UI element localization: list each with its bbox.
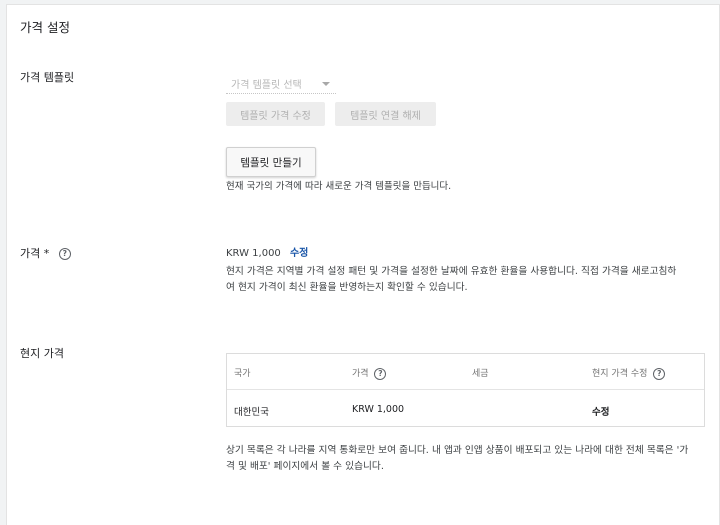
create-template-button[interactable]: 템플릿 만들기 bbox=[226, 147, 316, 177]
column-header-price: 가격 ? bbox=[352, 366, 387, 380]
column-header-tax: 세금 bbox=[472, 369, 489, 379]
table-cell-price: KRW 1,000 bbox=[352, 404, 405, 415]
price-edit-link[interactable]: 수정 bbox=[290, 248, 308, 259]
section-title: 가격 설정 bbox=[20, 20, 70, 35]
price-template-select[interactable]: 가격 템플릿 선택 bbox=[226, 73, 336, 94]
help-icon[interactable]: ? bbox=[58, 248, 71, 260]
table-cell-country: 대한민국 bbox=[234, 407, 269, 418]
column-header-local-edit-text: 현지 가격 수정 bbox=[592, 369, 648, 379]
price-label-row: 가격 * ? bbox=[20, 245, 71, 261]
price-label: 가격 * bbox=[20, 247, 50, 260]
price-value: KRW 1,000 bbox=[226, 248, 281, 259]
local-price-label: 현지 가격 bbox=[20, 347, 64, 360]
local-price-note-line: 격 및 배포' 페이지에서 볼 수 있습니다. bbox=[226, 461, 384, 472]
dropdown-caret-icon bbox=[322, 82, 330, 86]
table-divider bbox=[227, 389, 704, 390]
create-template-description: 현재 국가의 가격에 따라 새로운 가격 템플릿을 만듭니다. bbox=[226, 181, 452, 192]
unlink-template-button[interactable]: 템플릿 연결 해제 bbox=[335, 102, 436, 126]
price-description-line: 여 현지 가격이 최신 환율을 반영하는지 확인할 수 있습니다. bbox=[226, 282, 468, 293]
help-icon[interactable]: ? bbox=[653, 367, 666, 380]
local-price-table: 국가 가격 ? 세금 현지 가격 수정 ? 대한민국 KRW 1,000 수정 bbox=[226, 353, 705, 427]
price-template-label: 가격 템플릿 bbox=[20, 71, 75, 84]
price-value-row: KRW 1,000 수정 bbox=[226, 244, 308, 259]
column-header-price-text: 가격 bbox=[352, 369, 369, 379]
column-header-country: 국가 bbox=[234, 369, 251, 379]
local-price-note: 상기 목록은 각 나라를 지역 통화로만 보여 줍니다. 내 앱과 인앱 상품이… bbox=[226, 443, 688, 475]
local-price-note-line: 상기 목록은 각 나라를 지역 통화로만 보여 줍니다. 내 앱과 인앱 상품이… bbox=[226, 445, 689, 456]
price-template-select-text: 가격 템플릿 선택 bbox=[231, 80, 302, 91]
help-icon[interactable]: ? bbox=[374, 367, 387, 380]
local-price-edit-link[interactable]: 수정 bbox=[592, 404, 609, 418]
edit-template-price-button[interactable]: 템플릿 가격 수정 bbox=[226, 102, 325, 126]
column-header-local-edit: 현지 가격 수정 ? bbox=[592, 366, 666, 380]
pricing-card: 가격 설정 가격 템플릿 가격 템플릿 선택 템플릿 가격 수정 템플릿 연결 … bbox=[6, 4, 720, 525]
price-description: 현지 가격은 지역별 가격 설정 패턴 및 가격을 설정한 날짜에 유효한 환율… bbox=[226, 264, 676, 296]
price-description-line: 현지 가격은 지역별 가격 설정 패턴 및 가격을 설정한 날짜에 유효한 환율… bbox=[226, 266, 677, 277]
